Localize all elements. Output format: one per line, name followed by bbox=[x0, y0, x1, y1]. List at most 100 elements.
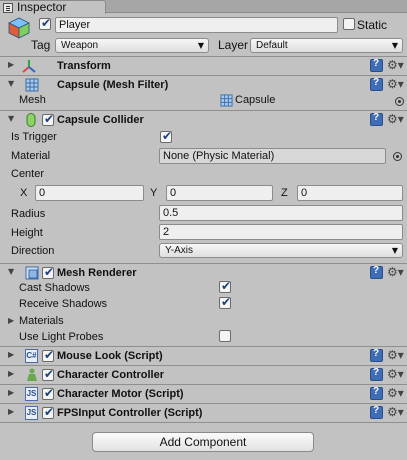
gear-icon[interactable]: ⚙▾ bbox=[387, 113, 404, 126]
direction-value: Y-Axis bbox=[165, 245, 193, 256]
character-motor-header[interactable]: ▶ JS Character Motor (Script) ⚙▾ bbox=[0, 384, 407, 403]
mesh-grid-icon bbox=[220, 94, 233, 107]
foldout-collapsed-icon[interactable]: ▶ bbox=[8, 316, 14, 325]
mesh-filter-header[interactable]: ▼ Capsule (Mesh Filter) ⚙▾ bbox=[0, 75, 407, 94]
inspector-icon bbox=[3, 3, 13, 13]
foldout-expanded-icon[interactable]: ▼ bbox=[8, 79, 14, 88]
mouse-look-title: Mouse Look (Script) bbox=[57, 350, 163, 362]
character-motor-enabled-checkbox[interactable] bbox=[42, 386, 54, 400]
tab-inspector-label: Inspector bbox=[17, 0, 67, 14]
gear-icon[interactable]: ⚙▾ bbox=[387, 387, 404, 400]
tab-inspector[interactable]: Inspector bbox=[0, 0, 106, 14]
mesh-renderer-title: Mesh Renderer bbox=[57, 267, 137, 279]
character-controller-enabled-checkbox[interactable] bbox=[42, 367, 54, 381]
mesh-renderer-header[interactable]: ▼ Mesh Renderer ⚙▾ bbox=[0, 263, 407, 282]
gear-icon[interactable]: ⚙▾ bbox=[387, 78, 404, 91]
foldout-collapsed-icon[interactable]: ▶ bbox=[8, 350, 14, 359]
capsule-icon bbox=[26, 113, 36, 127]
direction-label: Direction bbox=[11, 245, 55, 257]
help-icon[interactable] bbox=[370, 112, 383, 126]
capsule-collider-enabled-checkbox[interactable] bbox=[42, 112, 54, 126]
capsule-collider-title: Capsule Collider bbox=[57, 114, 144, 126]
center-y-label: Y bbox=[150, 187, 158, 199]
receive-shadows-label: Receive Shadows bbox=[19, 298, 108, 310]
object-name-field[interactable]: Player bbox=[55, 17, 338, 33]
chevron-down-icon: ▼ bbox=[197, 41, 204, 50]
foldout-collapsed-icon[interactable]: ▶ bbox=[8, 60, 14, 69]
foldout-collapsed-icon[interactable]: ▶ bbox=[8, 369, 14, 378]
help-icon[interactable] bbox=[370, 77, 383, 91]
cast-shadows-checkbox[interactable] bbox=[219, 279, 231, 293]
direction-dropdown[interactable]: Y-Axis ▼ bbox=[159, 243, 403, 258]
material-label: Material bbox=[11, 150, 51, 162]
js-script-icon: JS bbox=[25, 406, 38, 420]
radius-field[interactable]: 0.5 bbox=[159, 205, 403, 221]
foldout-collapsed-icon[interactable]: ▶ bbox=[8, 388, 14, 397]
fps-input-enabled-checkbox[interactable] bbox=[42, 405, 54, 419]
center-z-field[interactable]: 0 bbox=[297, 185, 403, 201]
static-checkbox[interactable] bbox=[343, 18, 355, 30]
help-icon[interactable] bbox=[370, 405, 383, 419]
receive-shadows-checkbox[interactable] bbox=[219, 295, 231, 309]
mesh-filter-title: Capsule (Mesh Filter) bbox=[57, 79, 169, 91]
center-label: Center bbox=[11, 168, 45, 180]
layer-label: Layer bbox=[218, 38, 249, 52]
gear-icon[interactable]: ⚙▾ bbox=[387, 266, 404, 279]
help-icon[interactable] bbox=[370, 367, 383, 381]
cast-shadows-label: Cast Shadows bbox=[19, 282, 90, 294]
character-controller-title: Character Controller bbox=[57, 369, 164, 381]
object-picker-icon[interactable] bbox=[395, 97, 404, 106]
csharp-script-icon: C# bbox=[25, 349, 38, 363]
capsule-collider-header[interactable]: ▼ Capsule Collider ⚙▾ bbox=[0, 110, 407, 129]
mouse-look-header[interactable]: ▶ C# Mouse Look (Script) ⚙▾ bbox=[0, 346, 407, 365]
mesh-grid-icon bbox=[25, 78, 39, 92]
gear-icon[interactable]: ⚙▾ bbox=[387, 59, 404, 72]
mouse-look-enabled-checkbox[interactable] bbox=[42, 348, 54, 362]
foldout-expanded-icon[interactable]: ▼ bbox=[8, 267, 14, 276]
add-component-button[interactable]: Add Component bbox=[92, 432, 314, 452]
mesh-value[interactable]: Capsule bbox=[235, 94, 275, 106]
radius-label: Radius bbox=[11, 208, 46, 220]
transform-title: Transform bbox=[57, 60, 111, 72]
layer-dropdown[interactable]: Default ▼ bbox=[250, 38, 403, 53]
transform-axes-icon bbox=[22, 60, 36, 73]
center-x-label: X bbox=[20, 187, 28, 199]
help-icon[interactable] bbox=[370, 348, 383, 362]
object-active-checkbox[interactable] bbox=[39, 16, 51, 30]
center-y-field[interactable]: 0 bbox=[166, 185, 273, 201]
foldout-collapsed-icon[interactable]: ▶ bbox=[8, 407, 14, 416]
help-icon[interactable] bbox=[370, 265, 383, 279]
use-light-probes-label: Use Light Probes bbox=[19, 331, 104, 343]
character-controller-header[interactable]: ▶ Character Controller ⚙▾ bbox=[0, 365, 407, 384]
materials-label[interactable]: Materials bbox=[19, 315, 64, 327]
js-script-icon: JS bbox=[25, 387, 38, 401]
object-picker-icon[interactable] bbox=[393, 152, 402, 161]
material-field[interactable]: None (Physic Material) bbox=[159, 148, 386, 164]
mesh-label: Mesh bbox=[19, 94, 46, 106]
gear-icon[interactable]: ⚙▾ bbox=[387, 349, 404, 362]
tag-value: Weapon bbox=[61, 40, 99, 51]
chevron-down-icon: ▼ bbox=[391, 246, 398, 255]
gear-icon[interactable]: ⚙▾ bbox=[387, 368, 404, 381]
use-light-probes-checkbox[interactable] bbox=[219, 330, 231, 342]
is-trigger-checkbox[interactable] bbox=[160, 129, 172, 143]
tag-dropdown[interactable]: Weapon ▼ bbox=[55, 38, 209, 53]
chevron-down-icon: ▼ bbox=[391, 41, 398, 50]
center-x-field[interactable]: 0 bbox=[35, 185, 144, 201]
gear-icon[interactable]: ⚙▾ bbox=[387, 406, 404, 419]
fps-input-title: FPSInput Controller (Script) bbox=[57, 407, 203, 419]
help-icon[interactable] bbox=[370, 58, 383, 72]
help-icon[interactable] bbox=[370, 386, 383, 400]
transform-header[interactable]: ▶ Transform ⚙▾ bbox=[0, 56, 407, 75]
tag-label: Tag bbox=[31, 38, 51, 52]
divider bbox=[0, 422, 407, 423]
character-motor-title: Character Motor (Script) bbox=[57, 388, 184, 400]
is-trigger-label: Is Trigger bbox=[11, 131, 57, 143]
character-controller-icon bbox=[27, 368, 37, 381]
mesh-renderer-enabled-checkbox[interactable] bbox=[42, 265, 54, 279]
center-z-label: Z bbox=[281, 187, 288, 199]
height-field[interactable]: 2 bbox=[159, 224, 403, 240]
foldout-expanded-icon[interactable]: ▼ bbox=[8, 114, 14, 123]
layer-value: Default bbox=[256, 40, 288, 51]
fps-input-header[interactable]: ▶ JS FPSInput Controller (Script) ⚙▾ bbox=[0, 403, 407, 422]
